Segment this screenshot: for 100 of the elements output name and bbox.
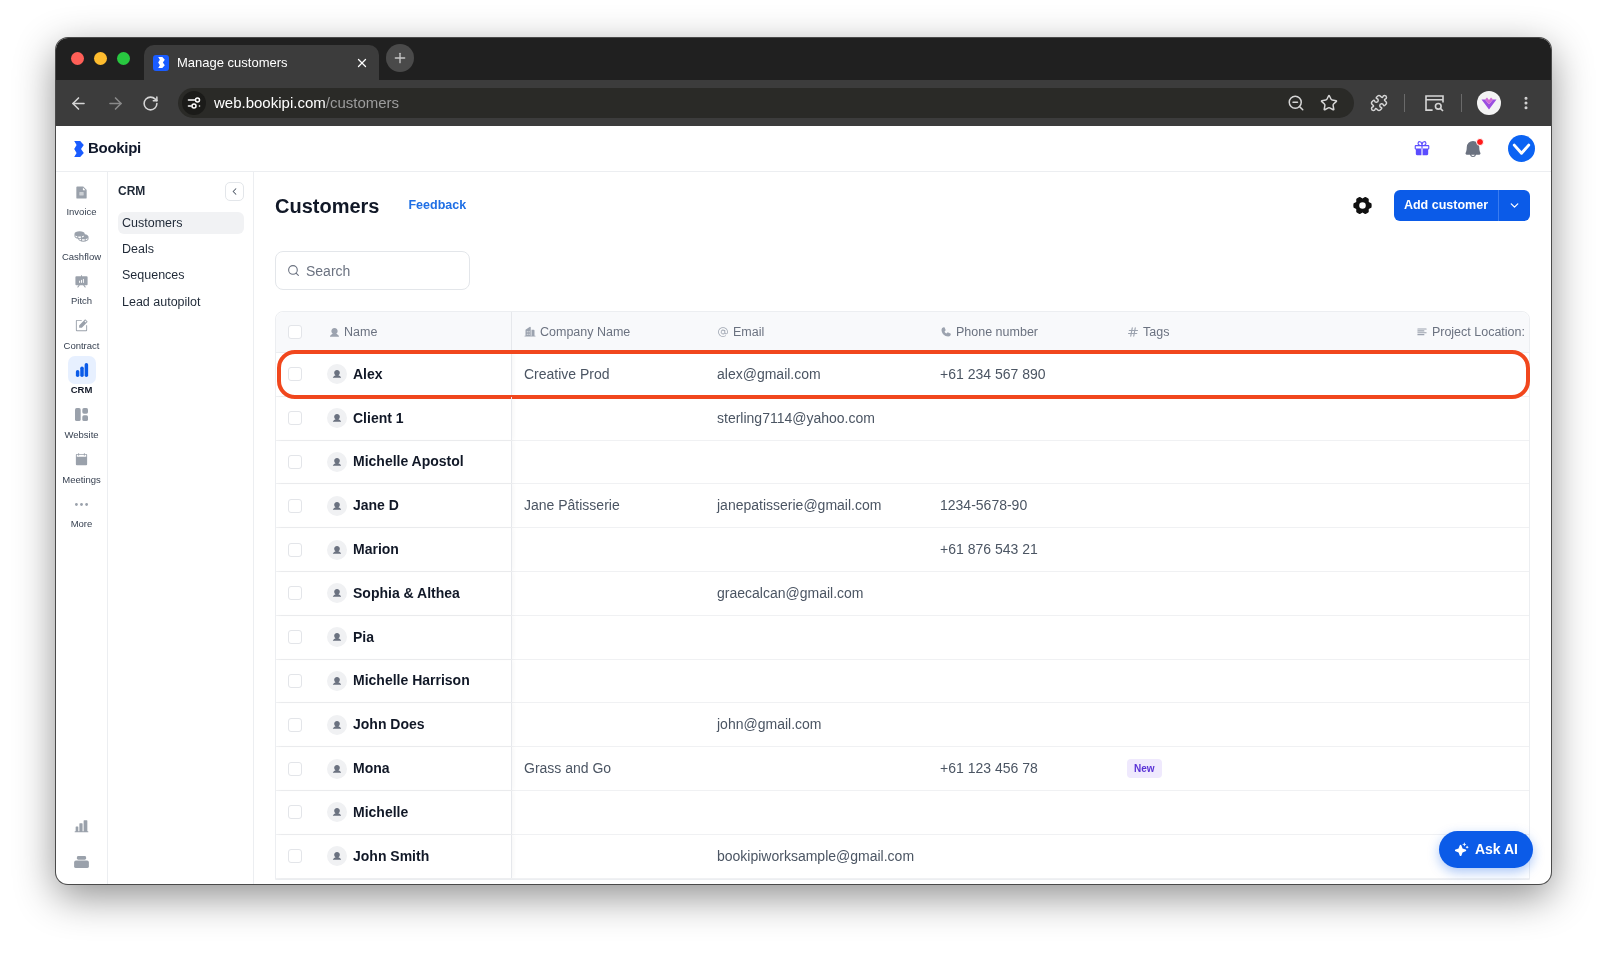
checkbox[interactable]	[288, 542, 302, 557]
tune-icon[interactable]	[182, 91, 206, 115]
search-field[interactable]: Search	[275, 251, 470, 290]
star-icon[interactable]	[1320, 94, 1338, 112]
tag-badge: New	[1127, 759, 1162, 779]
zoom-out-icon[interactable]	[1287, 94, 1305, 112]
customer-name[interactable]: Client 1	[353, 407, 404, 429]
column-header: Phone number	[956, 323, 1038, 341]
table-cell-text: +61 876 543 21	[939, 540, 1039, 560]
settings-icon[interactable]	[1351, 195, 1373, 216]
more-dots-icon	[75, 502, 88, 506]
add-customer-button[interactable]: Add customer	[1393, 190, 1498, 221]
table-cell-text: 1234-5678-90	[939, 496, 1029, 516]
stack-icon[interactable]	[74, 856, 89, 868]
user-icon	[329, 326, 340, 338]
browser-tab[interactable]: Manage customers	[144, 45, 379, 80]
gift-icon[interactable]	[1413, 139, 1431, 158]
building-icon	[524, 326, 536, 338]
rail-item[interactable]: Meetings	[56, 445, 107, 491]
column-header: Project Location:	[1431, 323, 1525, 341]
rail-item[interactable]: Invoice	[56, 178, 107, 223]
checkbox[interactable]	[288, 630, 302, 645]
rail-item[interactable]: More	[56, 490, 107, 535]
avatar-icon[interactable]	[1508, 135, 1535, 162]
document-icon	[74, 184, 89, 200]
table-cell-text: +61 234 567 890	[939, 364, 1047, 384]
checkbox[interactable]	[288, 717, 302, 732]
checkbox[interactable]	[288, 586, 302, 601]
checkbox[interactable]	[288, 805, 302, 820]
customer-name[interactable]: Mona	[353, 758, 390, 780]
column-header: Tags	[1143, 323, 1170, 341]
avatar-icon	[327, 364, 347, 385]
customer-name[interactable]: Sophia & Althea	[353, 582, 460, 604]
checkbox[interactable]	[288, 455, 302, 469]
window-close-button[interactable]	[71, 51, 84, 65]
ask-ai-button[interactable]: Ask AI	[1438, 831, 1533, 868]
new-tab-button[interactable]	[386, 44, 414, 72]
table-cell-text: Jane Pâtisserie	[523, 496, 621, 516]
avatar-icon	[327, 846, 347, 867]
rail-item[interactable]: Cashflow	[56, 222, 107, 268]
coins-icon	[74, 229, 89, 245]
logo-icon	[74, 140, 84, 157]
checkbox[interactable]	[288, 761, 302, 776]
nav-item[interactable]: Deals	[118, 238, 244, 261]
tab-search-icon[interactable]	[1425, 94, 1444, 112]
bar-chart-icon[interactable]	[73, 817, 90, 835]
checkbox[interactable]	[288, 411, 302, 426]
table-cell-text: john@gmail.com	[715, 715, 823, 735]
window-zoom-button[interactable]	[117, 51, 130, 65]
avatar-icon	[327, 802, 347, 823]
rail-item[interactable]: Pitch	[56, 267, 107, 312]
table-cell-text: alex@gmail.com	[716, 364, 822, 384]
phone-icon	[940, 326, 952, 338]
column-header: Company Name	[540, 323, 631, 341]
puzzle-icon[interactable]	[1370, 94, 1388, 112]
nav-item[interactable]: Customers	[118, 212, 244, 234]
checkbox[interactable]	[288, 367, 302, 382]
customer-name[interactable]: John Smith	[353, 845, 430, 867]
profile-avatar-icon[interactable]	[1477, 91, 1501, 115]
bar-chart-icon	[74, 363, 89, 378]
customer-name[interactable]: Michelle	[353, 801, 409, 823]
table-cell-text: bookipiworksample@gmail.com	[716, 846, 916, 866]
customer-name[interactable]: Pia	[353, 626, 374, 648]
customer-name[interactable]: Michelle Harrison	[353, 670, 470, 692]
checkbox[interactable]	[288, 498, 302, 513]
feedback-link[interactable]: Feedback	[408, 196, 467, 215]
url-text: web.bookipi.com/customers	[214, 92, 400, 113]
table-cell-text: Creative Prod	[523, 364, 611, 384]
panel-title: CRM	[118, 183, 146, 200]
customer-name[interactable]: Jane D	[353, 495, 399, 517]
app-logo-icon	[153, 54, 169, 71]
address-bar[interactable]: web.bookipi.com/customers	[178, 88, 1354, 118]
customer-name[interactable]: Alex	[353, 363, 383, 385]
reload-icon[interactable]	[142, 94, 159, 112]
rail-item[interactable]: Website	[56, 400, 107, 446]
layout-icon	[75, 408, 88, 422]
customer-name[interactable]: Marion	[353, 539, 399, 561]
column-header: Email	[733, 323, 765, 341]
plus-icon	[392, 50, 408, 66]
search-icon	[287, 264, 300, 277]
checkbox[interactable]	[288, 673, 302, 688]
avatar-icon	[327, 495, 347, 516]
avatar-icon	[327, 714, 347, 735]
avatar-icon	[327, 408, 347, 429]
rail-item[interactable]: CRM	[56, 356, 107, 401]
customer-name[interactable]: Michelle Apostol	[353, 451, 464, 473]
table-cell-text: +61 123 456 78	[939, 759, 1039, 779]
rail-item[interactable]: Contract	[56, 311, 107, 357]
checkbox[interactable]	[288, 325, 302, 339]
window-minimize-button[interactable]	[94, 51, 107, 65]
presentation-board-icon	[74, 273, 89, 289]
dropdown-button[interactable]	[1498, 190, 1530, 221]
bell-icon[interactable]	[1463, 138, 1483, 159]
table-cell-text: sterling7114@yahoo.com	[716, 408, 876, 428]
table-cell-text: Grass and Go	[523, 759, 613, 779]
checkbox[interactable]	[288, 849, 302, 864]
nav-item[interactable]: Sequences	[118, 264, 244, 287]
avatar-icon	[327, 670, 347, 691]
nav-item[interactable]: Lead autopilot	[118, 290, 244, 313]
customer-name[interactable]: John Does	[353, 714, 425, 736]
